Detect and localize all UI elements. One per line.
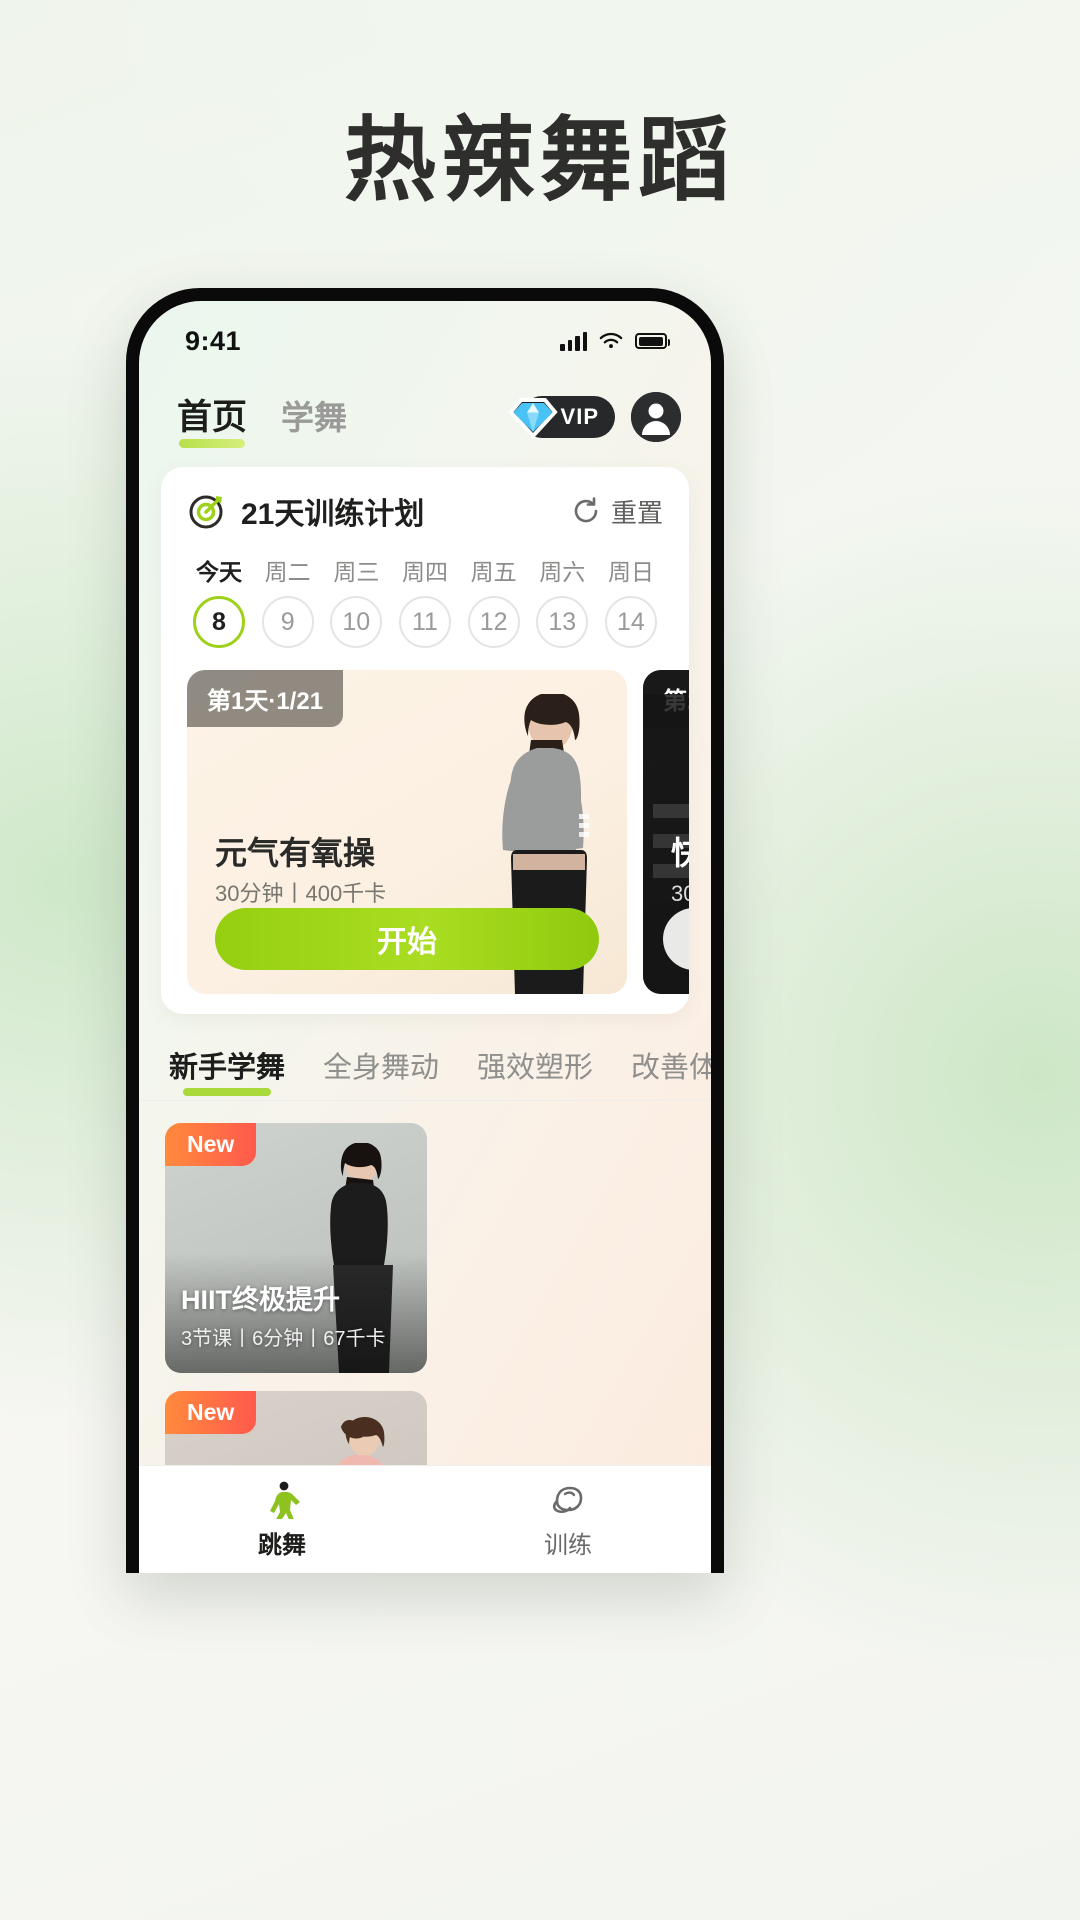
dance-icon xyxy=(270,1481,300,1519)
day-item-5[interactable]: 周六 13 xyxy=(530,553,594,648)
bottom-nav-training[interactable]: 训练 xyxy=(425,1479,711,1560)
vip-label: VIP xyxy=(560,404,599,429)
day-number: 9 xyxy=(261,596,314,648)
target-dart-icon xyxy=(189,495,223,529)
workout-day-badge: 第1天·1/21 xyxy=(187,670,344,727)
user-avatar-icon[interactable] xyxy=(631,392,681,442)
day-label: 今天 xyxy=(196,559,242,585)
workout-meta: 30分 xyxy=(671,881,689,906)
day-number: 13 xyxy=(536,596,589,648)
day-number: 10 xyxy=(330,596,383,648)
training-plan-card: 21天训练计划 重置 今天 8 周二 9 周三 10 周四 11 周五 12 周… xyxy=(161,467,689,1014)
day-label: 周二 xyxy=(264,559,311,585)
phone-screen: 9:41 首页 学舞 VIP 21天训练计划 重置 今天 8 周二 9 周三 1… xyxy=(139,301,711,1573)
diamond-icon xyxy=(507,398,558,439)
day-item-2[interactable]: 周三 10 xyxy=(324,553,388,648)
day-item-today[interactable]: 今天 8 xyxy=(187,553,251,648)
category-tab-fullbody[interactable]: 全身舞动 xyxy=(323,1044,439,1100)
vip-badge[interactable]: VIP xyxy=(507,396,615,439)
workout-meta: 30分钟丨400千卡 xyxy=(215,881,387,906)
plan-title: 21天训练计划 xyxy=(241,498,425,531)
plan-card-header: 21天训练计划 重置 xyxy=(161,489,689,533)
nav-tab-home[interactable]: 首页 xyxy=(177,389,247,448)
workout-carousel[interactable]: 第1天·1/21 元气有氧操 30分钟丨400千卡 开始 快 3 xyxy=(161,648,689,994)
day-number: 14 xyxy=(604,596,657,648)
refresh-icon xyxy=(574,497,598,523)
category-tab-posture[interactable]: 改善体态 xyxy=(631,1044,711,1100)
day-item-1[interactable]: 周二 9 xyxy=(256,553,320,648)
course-title: HIIT终极提升 xyxy=(181,1285,340,1315)
day-label: 周三 xyxy=(333,559,380,585)
nav-tabs: 首页 学舞 xyxy=(177,389,521,448)
day-label: 周五 xyxy=(470,559,517,585)
day-label: 周六 xyxy=(539,559,586,585)
day-label: 周四 xyxy=(401,559,448,585)
bottom-nav-label: 跳舞 xyxy=(258,1532,306,1559)
category-tabs: 新手学舞 全身舞动 强效塑形 改善体态 xyxy=(139,1014,711,1101)
start-button[interactable]: 开始 xyxy=(215,908,599,970)
course-card[interactable]: New HIIT终极提升 3节课丨6分钟丨67千卡 xyxy=(165,1123,427,1373)
phone-mockup: 9:41 首页 学舞 VIP 21天训练计划 重置 今天 8 周二 9 周三 1… xyxy=(126,288,724,1573)
category-tab-beginner[interactable]: 新手学舞 xyxy=(169,1044,285,1100)
bottom-nav-dance[interactable]: 跳舞 xyxy=(139,1479,425,1560)
page-title: 热辣舞蹈 xyxy=(343,107,736,214)
day-selector: 今天 8 周二 9 周三 10 周四 11 周五 12 周六 13 周日 14 xyxy=(161,533,689,648)
wifi-icon xyxy=(599,332,623,349)
reset-label: 重置 xyxy=(610,497,663,528)
status-indicators xyxy=(560,331,670,351)
workout-card-day1[interactable]: 第1天·1/21 元气有氧操 30分钟丨400千卡 开始 xyxy=(187,670,627,994)
category-tab-shaping[interactable]: 强效塑形 xyxy=(477,1044,593,1100)
reset-button[interactable]: 重置 xyxy=(571,493,663,530)
day-item-6[interactable]: 周日 14 xyxy=(599,553,663,648)
day-item-3[interactable]: 周四 11 xyxy=(393,553,457,648)
workout-card-day2[interactable]: 第2天 快乐 30分 xyxy=(643,670,689,994)
top-nav: 首页 学舞 VIP xyxy=(139,373,711,461)
day-item-4[interactable]: 周五 12 xyxy=(462,553,526,648)
new-badge: New xyxy=(165,1123,257,1166)
status-bar: 9:41 xyxy=(139,301,711,373)
bottom-nav-label: 训练 xyxy=(544,1532,592,1559)
workout-title: 元气有氧操 xyxy=(215,835,376,871)
workout-title: 快乐 xyxy=(671,835,689,871)
signal-bars-icon xyxy=(560,331,587,351)
course-meta: 3节课丨6分钟丨67千卡 xyxy=(181,1328,386,1350)
status-time: 9:41 xyxy=(185,325,242,356)
day-label: 周日 xyxy=(607,559,654,585)
battery-icon xyxy=(635,333,670,349)
muscle-icon xyxy=(552,1486,583,1514)
new-badge: New xyxy=(165,1391,257,1434)
day-number: 12 xyxy=(467,596,520,648)
day-number: 11 xyxy=(398,596,451,648)
day-number: 8 xyxy=(193,596,245,648)
nav-tab-learn[interactable]: 学舞 xyxy=(281,391,347,445)
bottom-nav: 跳舞 训练 xyxy=(139,1465,711,1573)
